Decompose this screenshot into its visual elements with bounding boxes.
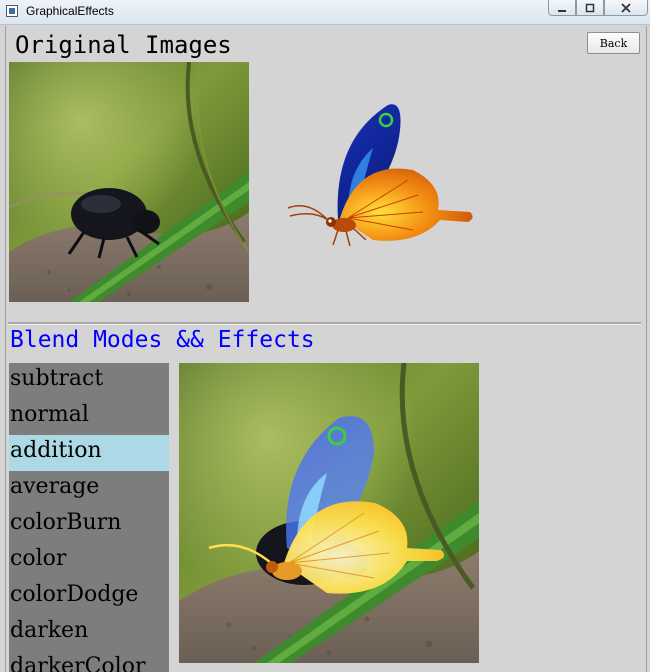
close-icon bbox=[621, 2, 631, 13]
maximize-button[interactable] bbox=[576, 0, 604, 16]
blend-result-image bbox=[179, 363, 479, 663]
blend-mode-item[interactable]: colorDodge bbox=[9, 579, 169, 615]
window-titlebar[interactable]: GraphicalEffects bbox=[0, 0, 650, 25]
blend-mode-item[interactable]: colorBurn bbox=[9, 507, 169, 543]
maximize-icon bbox=[585, 3, 595, 12]
back-button[interactable]: Back bbox=[587, 32, 640, 54]
blend-mode-item[interactable]: subtract bbox=[9, 363, 169, 399]
minimize-icon bbox=[558, 9, 566, 12]
butterfly-image bbox=[278, 100, 478, 250]
blend-mode-item[interactable]: average bbox=[9, 471, 169, 507]
minimize-button[interactable] bbox=[548, 0, 576, 16]
blend-mode-item[interactable]: normal bbox=[9, 399, 169, 435]
beetle-image bbox=[9, 62, 249, 302]
app-icon bbox=[6, 5, 18, 17]
blend-mode-item[interactable]: darken bbox=[9, 615, 169, 651]
blend-mode-item-selected[interactable]: addition bbox=[9, 435, 169, 471]
window-title: GraphicalEffects bbox=[26, 4, 114, 18]
blend-mode-item[interactable]: color bbox=[9, 543, 169, 579]
original-images-heading: Original Images bbox=[15, 31, 232, 59]
blend-mode-item[interactable]: darkerColor bbox=[9, 651, 169, 672]
blend-modes-heading: Blend Modes && Effects bbox=[10, 327, 315, 353]
section-divider bbox=[8, 322, 641, 325]
blend-mode-list[interactable]: subtract normal addition average colorBu… bbox=[9, 363, 169, 672]
close-button[interactable] bbox=[604, 0, 648, 16]
window-controls bbox=[548, 0, 648, 18]
